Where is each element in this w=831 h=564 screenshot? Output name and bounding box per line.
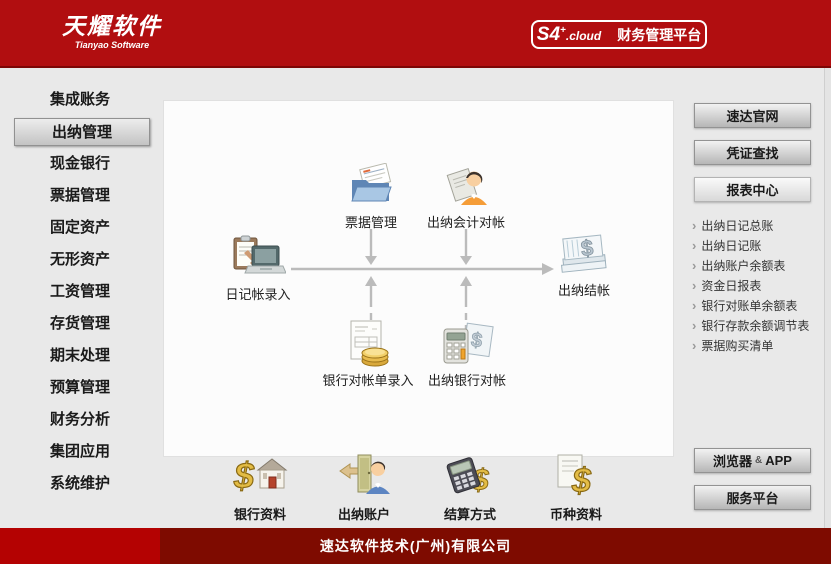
header: 天耀软件 Tianyao Software S4+.cloud 财务管理平台	[0, 0, 831, 68]
sidebar-item-budget[interactable]: 预算管理	[0, 372, 160, 404]
sidebar-item-payroll[interactable]: 工资管理	[0, 276, 160, 308]
calculator-dollar-icon: $	[439, 319, 495, 367]
official-site-button[interactable]: 速达官网	[694, 103, 811, 128]
link-cashier-journal-ledger[interactable]: › 出纳日记总账	[692, 215, 826, 235]
link-label: 出纳账户余额表	[701, 257, 785, 274]
cashier-account-label: 出纳账户	[338, 504, 390, 523]
chevron-right-icon: ›	[692, 219, 696, 232]
footer: 速达软件技术(广州)有限公司	[0, 528, 831, 564]
link-label: 银行存款余额调节表	[701, 317, 809, 334]
link-label: 出纳日记总账	[701, 217, 773, 234]
settlement-method-label: 结算方式	[444, 504, 496, 523]
bank-dollar-icon: $	[232, 452, 288, 501]
door-person-icon	[336, 452, 392, 501]
bank-info-label: 银行资料	[234, 504, 286, 523]
flow-node-label: 出纳会计对帐	[427, 212, 505, 231]
currency-info-item[interactable]: $ 币种资料	[520, 452, 632, 523]
logo: 天耀软件 Tianyao Software	[62, 13, 162, 50]
svg-text:$: $	[571, 462, 592, 496]
svg-text:$: $	[233, 455, 255, 496]
sidebar-item-integrated-accounts[interactable]: 集成账务	[0, 84, 160, 116]
flow-node-label: 银行对帐单录入	[322, 370, 413, 389]
product-name: S4+.cloud	[537, 24, 601, 46]
sidebar-item-cashier-management[interactable]: 出纳管理	[14, 118, 150, 146]
flow-node-journal-entry[interactable]: 日记帐录入	[193, 233, 323, 303]
flow-node-label: 出纳银行对帐	[428, 370, 506, 389]
sidebar-item-fixed-assets[interactable]: 固定资产	[0, 212, 160, 244]
app-window: 天耀软件 Tianyao Software S4+.cloud 财务管理平台 集…	[0, 0, 831, 564]
settlement-method-item[interactable]: $ 结算方式	[414, 452, 526, 523]
flow-node-label: 日记帐录入	[225, 284, 290, 303]
sidebar-item-inventory[interactable]: 存货管理	[0, 308, 160, 340]
right-edge-divider	[824, 68, 831, 528]
sidebar-item-notes-management[interactable]: 票据管理	[0, 180, 160, 212]
voucher-search-button[interactable]: 凭证查找	[694, 140, 811, 165]
link-label: 银行对账单余额表	[701, 297, 797, 314]
sidebar-item-intangible-assets[interactable]: 无形资产	[0, 244, 160, 276]
sidebar-item-financial-analysis[interactable]: 财务分析	[0, 404, 160, 436]
link-label: 资金日报表	[701, 277, 761, 294]
flow-node-label: 票据管理	[345, 212, 397, 231]
chevron-right-icon: ›	[692, 239, 696, 252]
sidebar-item-group-apps[interactable]: 集团应用	[0, 436, 160, 468]
browser-app-button[interactable]: 浏览器 & APP	[694, 448, 811, 473]
accountant-icon	[441, 161, 491, 209]
flow-node-cashier-bank-reconcile[interactable]: $ 出纳银行对帐	[402, 319, 532, 389]
bank-info-item[interactable]: $ 银行资料	[204, 452, 316, 523]
flow-node-label: 出纳结帐	[558, 280, 610, 299]
sidebar-item-system-maintenance[interactable]: 系统维护	[0, 468, 160, 500]
link-cashier-journal[interactable]: › 出纳日记账	[692, 235, 826, 255]
clipboard-laptop-icon	[230, 233, 286, 281]
cashier-account-item[interactable]: 出纳账户	[308, 452, 420, 523]
sidebar-item-period-end[interactable]: 期末处理	[0, 340, 160, 372]
chevron-right-icon: ›	[692, 319, 696, 332]
chevron-right-icon: ›	[692, 299, 696, 312]
service-platform-button[interactable]: 服务平台	[694, 485, 811, 510]
logo-subtitle: Tianyao Software	[62, 40, 162, 50]
logo-title: 天耀软件	[62, 13, 162, 39]
report-links: › 出纳日记总账 › 出纳日记账 › 出纳账户余额表 › 资金日报表 › 银行对账单余额表…	[692, 215, 826, 355]
link-cashier-account-balance[interactable]: › 出纳账户余额表	[692, 255, 826, 275]
link-label: 出纳日记账	[701, 237, 761, 254]
pos-terminal-icon: $	[442, 452, 498, 501]
flow-panel: 票据管理 出纳会计对帐	[163, 100, 674, 457]
app-label: APP	[765, 453, 792, 468]
company-name: 速达软件技术(广州)有限公司	[0, 528, 831, 564]
currency-info-label: 币种资料	[550, 504, 602, 523]
chevron-right-icon: ›	[692, 259, 696, 272]
currency-doc-icon: $	[550, 452, 602, 501]
link-bank-deposit-reconciliation[interactable]: › 银行存款余额调节表	[692, 315, 826, 335]
report-center-button[interactable]: 报表中心	[694, 177, 811, 202]
link-bank-statement-balance[interactable]: › 银行对账单余额表	[692, 295, 826, 315]
statement-coins-icon	[342, 319, 394, 367]
platform-name: 财务管理平台	[617, 25, 701, 45]
link-funds-daily-report[interactable]: › 资金日报表	[692, 275, 826, 295]
flow-node-cashier-closing[interactable]: $ 出纳结帐	[519, 229, 649, 299]
browser-label: 浏览器	[713, 451, 752, 470]
folder-notes-icon	[346, 161, 396, 209]
link-label: 票据购买清单	[701, 337, 773, 354]
svg-text:$: $	[580, 235, 595, 261]
sidebar: 集成账务 出纳管理 现金银行 票据管理 固定资产 无形资产 工资管理 存货管理 …	[0, 84, 160, 500]
product-badge: S4+.cloud 财务管理平台	[531, 20, 707, 49]
chevron-right-icon: ›	[692, 279, 696, 292]
ampersand: &	[755, 455, 762, 466]
link-notes-purchase-list[interactable]: › 票据购买清单	[692, 335, 826, 355]
sidebar-item-cash-bank[interactable]: 现金银行	[0, 148, 160, 180]
ledger-dollar-icon: $	[555, 229, 613, 277]
flow-node-cashier-accounting-reconcile[interactable]: 出纳会计对帐	[401, 161, 531, 231]
chevron-right-icon: ›	[692, 339, 696, 352]
